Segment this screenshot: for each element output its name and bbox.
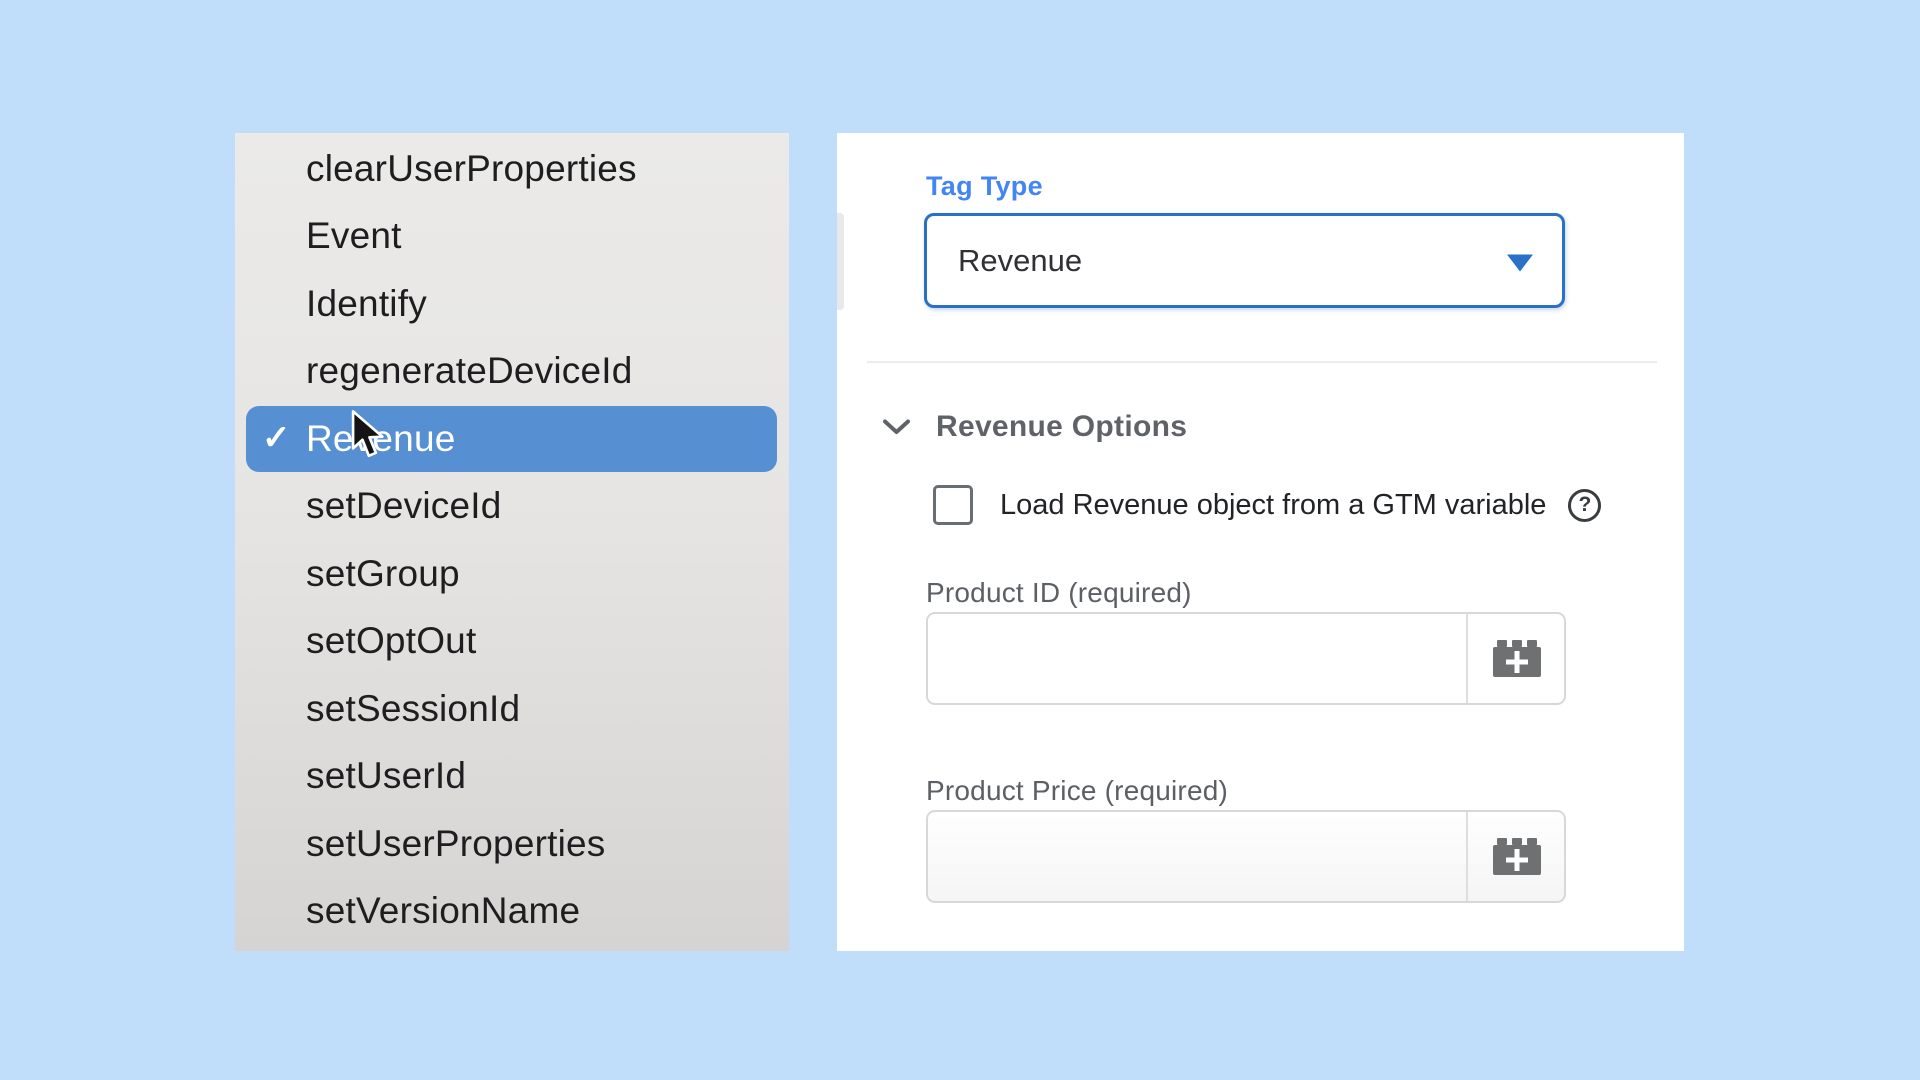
menu-item[interactable]: setSessionId: [235, 675, 789, 743]
menu-item[interactable]: setDeviceId: [235, 473, 789, 541]
arrow-cursor-icon: [350, 409, 387, 460]
product-id-label: Product ID (required): [926, 577, 1192, 609]
gtm-variable-picker-button[interactable]: [1468, 614, 1566, 703]
product-price-field: [926, 810, 1566, 903]
load-revenue-checkbox-label[interactable]: Load Revenue object from a GTM variable: [1000, 489, 1546, 522]
menu-item[interactable]: regenerateDeviceId: [235, 338, 789, 406]
gtm-variable-brick-icon: [1493, 647, 1541, 677]
menu-item[interactable]: setUserProperties: [235, 810, 789, 878]
gtm-variable-picker-button[interactable]: [1468, 812, 1566, 901]
menu-item[interactable]: Identify: [235, 270, 789, 338]
menu-item[interactable]: setOptOut: [235, 608, 789, 676]
section-divider: [867, 361, 1657, 363]
gtm-variable-brick-icon: [1493, 845, 1541, 875]
clipped-edge-element: [837, 213, 844, 310]
caret-down-icon: [1507, 254, 1533, 271]
product-price-input[interactable]: [928, 812, 1456, 901]
page-background: { "background_color": "#c0ddfa", "menu":…: [0, 0, 1920, 1080]
menu-item-revenue-selected[interactable]: ✓ Revenue: [246, 406, 777, 472]
help-circle-icon[interactable]: ?: [1568, 489, 1601, 522]
menu-item[interactable]: Event: [235, 203, 789, 271]
tag-type-select[interactable]: Revenue: [924, 213, 1565, 308]
load-revenue-checkbox-row: Load Revenue object from a GTM variable …: [933, 483, 1601, 527]
menu-item[interactable]: setVersionName: [235, 878, 789, 946]
tag-type-dropdown-menu: clearUserProperties Event Identify regen…: [235, 133, 789, 951]
tag-type-selected-value: Revenue: [927, 243, 1082, 279]
menu-item[interactable]: setUserId: [235, 743, 789, 811]
menu-item[interactable]: clearUserProperties: [235, 135, 789, 203]
chevron-down-icon: [883, 419, 910, 435]
tag-configuration-panel: Tag Type Revenue Revenue Options Load Re…: [837, 133, 1684, 951]
section-title: Revenue Options: [936, 410, 1187, 444]
menu-item[interactable]: setGroup: [235, 540, 789, 608]
product-id-input[interactable]: [928, 614, 1456, 703]
tag-type-label: Tag Type: [926, 171, 1043, 202]
revenue-options-section-header[interactable]: Revenue Options: [883, 409, 1187, 445]
product-price-label: Product Price (required): [926, 775, 1228, 807]
checkmark-icon: ✓: [262, 418, 291, 458]
load-revenue-checkbox[interactable]: [933, 485, 973, 525]
product-id-field: [926, 612, 1566, 705]
